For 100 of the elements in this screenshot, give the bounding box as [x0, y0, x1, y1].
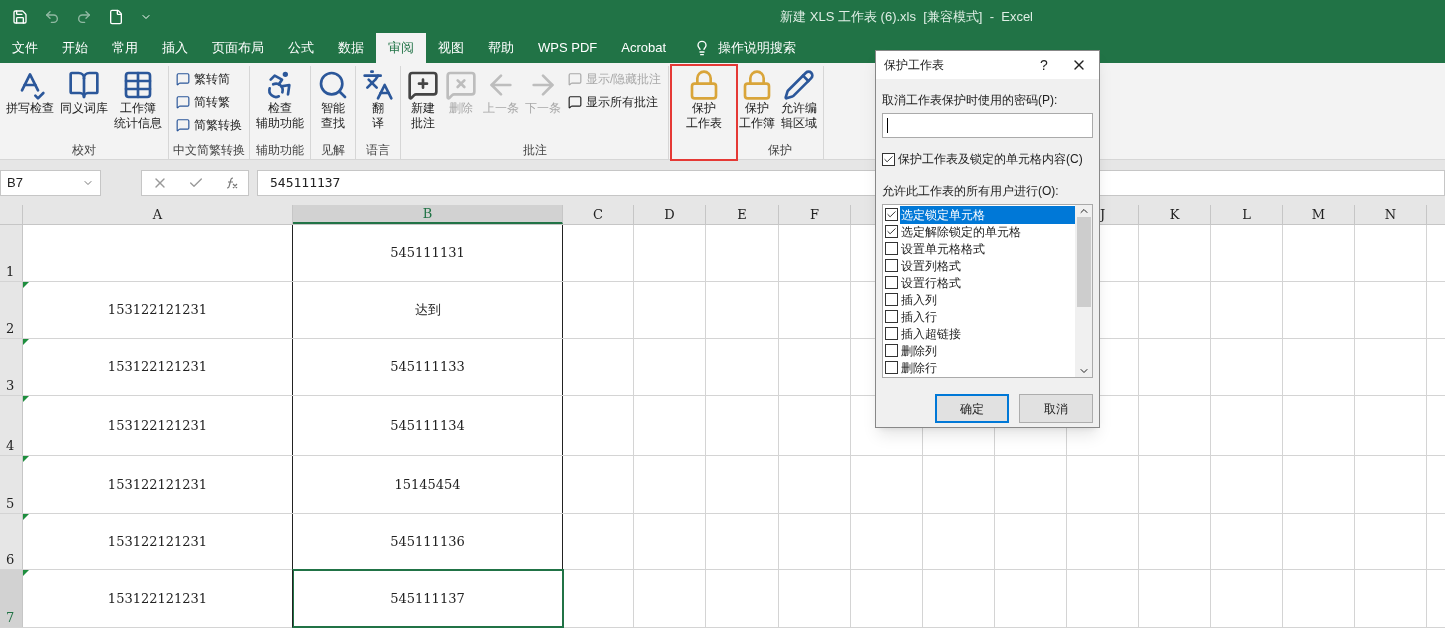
comment-delete-icon [445, 69, 477, 101]
table-icon [122, 69, 154, 101]
row-header[interactable]: 6 [0, 514, 23, 569]
permission-item[interactable]: 设置单元格格式 [885, 240, 1075, 257]
error-indicator-icon[interactable] [23, 339, 29, 345]
table-cell-text: 153122121231 [107, 475, 208, 494]
ribbon-button[interactable]: 保护 工作簿 [736, 66, 779, 141]
ribbon-button[interactable]: 智能 查找 [314, 66, 352, 141]
ribbon-button[interactable]: 检查 辅助功能 [253, 66, 307, 141]
ribbon-tab[interactable]: 审阅 [376, 33, 426, 63]
error-indicator-icon[interactable] [23, 282, 29, 288]
ribbon-tab[interactable]: 帮助 [476, 33, 526, 63]
ribbon-tab[interactable]: 页面布局 [200, 33, 276, 63]
column-header[interactable]: F [779, 205, 851, 224]
table-cell-text: 153122121231 [107, 416, 208, 435]
table-cell-text: 153122121231 [107, 532, 208, 551]
speech-bubble-icon [568, 94, 582, 109]
translate-icon [362, 69, 394, 101]
permission-item[interactable]: 插入超链接 [885, 325, 1075, 342]
dialog-title: 保护工作表 [884, 57, 945, 74]
ribbon-button[interactable]: 保护 工作表 [672, 66, 737, 159]
speech-bubble-icon [176, 94, 190, 109]
help-button[interactable]: ? [1029, 54, 1059, 76]
column-header[interactable]: L [1211, 205, 1283, 224]
ribbon-tab[interactable]: WPS PDF [526, 33, 610, 63]
speech-bubble-icon [176, 71, 190, 86]
ribbon-tab[interactable]: Acrobat [609, 33, 679, 63]
checkmark-icon [883, 153, 894, 165]
checkmark-icon [886, 209, 897, 220]
permission-item[interactable]: 选定解除锁定的单元格 [885, 223, 1075, 240]
ribbon-tab[interactable]: 常用 [100, 33, 150, 63]
ribbon-tab[interactable]: 数据 [326, 33, 376, 63]
ribbon-tab[interactable]: 插入 [150, 33, 200, 63]
group-label: 语言 [365, 142, 391, 159]
table-cell-text: 153122121231 [107, 589, 208, 608]
protect-checkbox[interactable]: 保护工作表及锁定的单元格内容(C) [882, 150, 1093, 168]
column-header[interactable]: M [1283, 205, 1355, 224]
ribbon-button[interactable]: 简繁转换 [176, 114, 242, 135]
pencil-icon [783, 69, 816, 101]
table-cell-text: 153122121231 [107, 301, 208, 320]
table-cell-text: 545111134 [390, 416, 465, 435]
error-indicator-icon[interactable] [23, 570, 29, 576]
cancel-button[interactable]: 取消 [1019, 394, 1093, 423]
group-label: 辅助功能 [255, 142, 305, 159]
save-icon[interactable] [12, 8, 28, 25]
row-header[interactable]: 2 [0, 282, 23, 338]
column-header[interactable]: D [634, 205, 706, 224]
row-header[interactable]: 3 [0, 339, 23, 395]
ribbon-button[interactable]: 同义词库 [57, 66, 111, 141]
column-header[interactable]: B [293, 205, 563, 224]
table-cell-text: 545111137 [390, 589, 465, 608]
ribbon-button[interactable]: 新建 批注 [404, 66, 442, 141]
table-cell-text: 545111136 [390, 532, 465, 551]
group-label: 保护 [767, 142, 794, 159]
ribbon-button[interactable]: 显示所有批注 [568, 91, 662, 112]
permission-item[interactable]: 插入列 [885, 291, 1075, 308]
ribbon-button[interactable]: 工作簿 统计信息 [111, 66, 165, 141]
column-header[interactable]: N [1355, 205, 1427, 224]
checkmark-icon [886, 226, 897, 237]
ribbon-button[interactable]: 繁转简 [176, 68, 242, 89]
table-cell-text: 545111131 [390, 244, 465, 263]
permission-item[interactable]: 删除行 [885, 359, 1075, 376]
speech-bubble-icon [568, 71, 582, 86]
error-indicator-icon[interactable] [23, 456, 29, 462]
row-header[interactable]: 4 [0, 396, 23, 455]
ribbon-tab[interactable]: 文件 [0, 33, 50, 63]
column-header[interactable]: C [563, 205, 634, 224]
column-header[interactable]: E [706, 205, 779, 224]
window-title: 新建 XLS 工作表 (6).xls [兼容模式] - Excel [780, 7, 1033, 26]
password-field[interactable] [882, 113, 1093, 138]
tell-me-search[interactable]: 操作说明搜索 [718, 38, 797, 58]
function-icon[interactable] [224, 175, 238, 190]
ribbon-button[interactable]: 简转繁 [176, 91, 242, 112]
row-header[interactable]: 5 [0, 456, 23, 513]
book-icon [68, 69, 100, 101]
ok-button[interactable]: 确定 [935, 394, 1009, 423]
table-cell-text: 545111133 [390, 358, 465, 377]
table-cell-text: 153122121231 [107, 358, 208, 377]
ribbon-button[interactable]: 翻 译 [359, 66, 397, 141]
permission-item[interactable]: 设置行格式 [885, 274, 1075, 291]
password-label: 取消工作表保护时使用的密码(P): [882, 92, 1059, 109]
ribbon-tab[interactable]: 开始 [50, 33, 100, 63]
error-indicator-icon[interactable] [23, 396, 29, 402]
ribbon-tab[interactable]: 视图 [426, 33, 476, 63]
ribbon-button[interactable]: 拼写检查 [3, 66, 57, 141]
comment-add-icon [407, 69, 439, 101]
row-header[interactable]: 1 [0, 225, 23, 281]
new-file-icon[interactable] [108, 8, 124, 25]
group-label: 见解 [320, 142, 346, 159]
scrollbar[interactable] [1075, 205, 1092, 377]
permission-item[interactable]: 删除列 [885, 342, 1075, 359]
row-header[interactable]: 7 [0, 570, 23, 627]
permission-item[interactable]: 设置列格式 [885, 257, 1075, 274]
ribbon-tab[interactable]: 公式 [276, 33, 326, 63]
column-header[interactable]: K [1139, 205, 1211, 224]
permission-item[interactable]: 插入行 [885, 308, 1075, 325]
group-label: 批注 [521, 142, 548, 159]
error-indicator-icon[interactable] [23, 514, 29, 520]
ribbon-button[interactable]: 允许编 辑区域 [778, 66, 821, 141]
name-box[interactable]: B7 [0, 169, 101, 196]
